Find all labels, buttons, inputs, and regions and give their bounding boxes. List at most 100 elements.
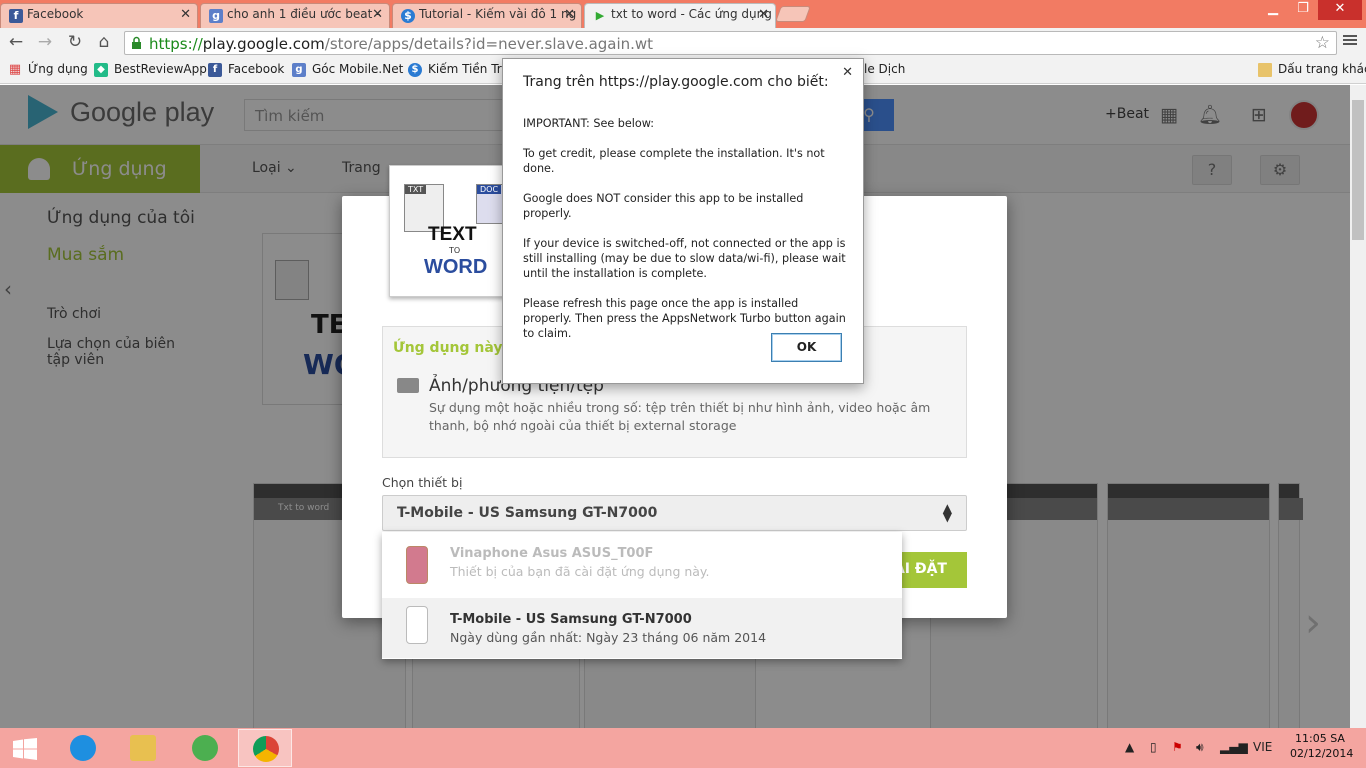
- tab-strip: f Facebook ✕ g cho anh 1 điều ước beat -…: [0, 0, 1366, 28]
- tab-label: cho anh 1 điều ước beat -: [227, 7, 381, 21]
- dollar-icon: $: [401, 9, 415, 23]
- tab-tutorial[interactable]: $ Tutorial - Kiếm vài đô 1 ng ✕: [392, 3, 582, 28]
- google-plus-icon: g: [292, 63, 306, 77]
- close-icon[interactable]: ✕: [180, 7, 191, 22]
- device-option[interactable]: T-Mobile - US Samsung GT-N7000 Ngày dùng…: [382, 598, 902, 658]
- taskbar-chrome[interactable]: [238, 729, 292, 767]
- device-selected-value: T-Mobile - US Samsung GT-N7000: [397, 505, 658, 521]
- flag-icon[interactable]: ⚑: [1172, 740, 1183, 754]
- device-option: Vinaphone Asus ASUS_T00F Thiết bị của bạ…: [382, 532, 902, 592]
- icon-label: DOC: [477, 185, 502, 194]
- alert-line: Google does NOT consider this app to be …: [523, 192, 804, 220]
- bookmark-label: Facebook: [228, 62, 285, 76]
- minimize-button[interactable]: ▁: [1258, 0, 1288, 20]
- select-arrows-icon: ▲ ▼: [942, 501, 952, 524]
- forward-button[interactable]: →: [34, 31, 56, 53]
- bookmark-goc-mobile[interactable]: g Góc Mobile.Net: [292, 62, 404, 77]
- new-tab-button[interactable]: [775, 6, 811, 22]
- alert-line: To get credit, please complete the insta…: [523, 147, 825, 175]
- back-button[interactable]: ←: [5, 31, 27, 53]
- icon-label: TXT: [405, 185, 427, 194]
- play-icon: ▶: [595, 9, 605, 22]
- chevron-up-icon[interactable]: ▲: [1125, 740, 1134, 754]
- dollar-icon: $: [408, 63, 422, 77]
- taskbar-coccoc[interactable]: [178, 729, 232, 767]
- taskbar: ▲ ▯ ⚑ 🔊︎ ▂▄▆ VIE 11:05 SA 02/12/2014: [0, 728, 1366, 768]
- close-icon[interactable]: ✕: [372, 7, 383, 22]
- google-plus-icon: g: [209, 9, 223, 23]
- taskbar-explorer[interactable]: [116, 729, 170, 767]
- device-name: Vinaphone Asus ASUS_T00F: [450, 546, 654, 561]
- facebook-icon: f: [9, 9, 23, 23]
- photo-icon: [397, 378, 419, 393]
- alert-message: IMPORTANT: See below: To get credit, ple…: [523, 116, 848, 356]
- app-icon: TXT DOC TEXT TO WORD: [389, 165, 511, 297]
- alert-line: If your device is switched-off, not conn…: [523, 237, 846, 280]
- device-name: T-Mobile - US Samsung GT-N7000: [450, 612, 692, 627]
- clock-time: 11:05 SA: [1295, 732, 1345, 745]
- chrome-menu-icon[interactable]: [1343, 33, 1357, 47]
- apps-grid-icon: ▦: [8, 62, 22, 77]
- reload-button[interactable]: ↻: [64, 31, 86, 53]
- volume-icon[interactable]: 🔊︎: [1196, 740, 1204, 755]
- home-button[interactable]: ⌂: [93, 31, 115, 53]
- tab-facebook[interactable]: f Facebook ✕: [0, 3, 198, 28]
- address-bar[interactable]: https://play.google.com/store/apps/detai…: [124, 31, 1337, 55]
- close-icon[interactable]: ✕: [564, 7, 575, 22]
- facebook-icon: f: [208, 63, 222, 77]
- icon-label: TO: [449, 246, 461, 255]
- device-select[interactable]: T-Mobile - US Samsung GT-N7000 ▲ ▼: [382, 495, 967, 531]
- chrome-icon: [253, 736, 279, 762]
- device-last-used: Ngày dùng gần nhất: Ngày 23 tháng 06 năm…: [450, 630, 767, 645]
- folder-icon: [130, 735, 156, 761]
- window-close-button[interactable]: ✕: [1318, 0, 1362, 20]
- device-status: Thiết bị của bạn đã cài đặt ứng dụng này…: [450, 564, 710, 579]
- other-bookmarks[interactable]: Dấu trang khác: [1258, 62, 1366, 77]
- taskbar-ie[interactable]: [56, 729, 110, 767]
- network-icon[interactable]: ▂▄▆: [1220, 740, 1248, 754]
- close-icon[interactable]: ✕: [758, 7, 769, 22]
- bookmark-star-icon[interactable]: ☆: [1315, 33, 1330, 53]
- url-path: /store/apps/details?id=never.slave.again…: [324, 35, 654, 53]
- browser-toolbar: ← → ↻ ⌂ https://play.google.com/store/ap…: [0, 28, 1366, 58]
- bookmark-facebook[interactable]: f Facebook: [208, 62, 285, 77]
- scrollbar-thumb[interactable]: [1352, 100, 1364, 240]
- clock[interactable]: 11:05 SA 02/12/2014: [1290, 731, 1354, 761]
- icon-label: TEXT: [428, 224, 477, 245]
- bookmark-bestreviewapp[interactable]: ◆ BestReviewApp: [94, 62, 207, 77]
- battery-icon[interactable]: ▯: [1150, 740, 1157, 754]
- bookmark-label: Góc Mobile.Net: [312, 62, 404, 76]
- url-host: play.google.com: [202, 35, 325, 53]
- start-button[interactable]: [0, 729, 50, 767]
- maximize-button[interactable]: ❐: [1288, 0, 1318, 20]
- bookmark-label: BestReviewApp: [114, 62, 207, 76]
- internet-explorer-icon: [70, 735, 96, 761]
- lock-icon: [132, 36, 141, 49]
- alert-line: IMPORTANT: See below:: [523, 117, 655, 130]
- close-icon[interactable]: ✕: [842, 65, 853, 80]
- alert-dialog: Trang trên https://play.google.com cho b…: [502, 58, 864, 384]
- windows-icon: [13, 738, 37, 760]
- tab-label: Facebook: [27, 7, 84, 21]
- permission-description: Sự dụng một hoặc nhiều trong số: tệp trê…: [429, 400, 931, 433]
- page-scrollbar[interactable]: [1350, 85, 1366, 728]
- tab-txt-to-word[interactable]: ▶ txt to word - Các ứng dụng ✕: [584, 3, 776, 28]
- tab-cho-anh[interactable]: g cho anh 1 điều ước beat - ✕: [200, 3, 390, 28]
- tab-label: txt to word - Các ứng dụng: [611, 7, 772, 21]
- bookmark-kiem-tien[interactable]: $ Kiếm Tiền Trê: [408, 62, 509, 77]
- folder-icon: [1258, 63, 1272, 77]
- clock-date: 02/12/2014: [1290, 747, 1354, 760]
- bookmark-label: Dấu trang khác: [1278, 62, 1366, 76]
- device-dropdown: Vinaphone Asus ASUS_T00F Thiết bị của bạ…: [382, 532, 902, 659]
- alert-title: Trang trên https://play.google.com cho b…: [523, 74, 829, 90]
- bookmark-label: Ứng dụng: [28, 62, 88, 76]
- language-indicator[interactable]: VIE: [1253, 740, 1272, 754]
- icon-label: WORD: [424, 256, 488, 278]
- bookmark-dich[interactable]: le Dịch: [864, 62, 905, 76]
- device-label: Chọn thiết bị: [382, 475, 463, 490]
- phone-icon: [406, 606, 428, 644]
- ok-button[interactable]: OK: [771, 333, 842, 362]
- bookmark-apps[interactable]: ▦ Ứng dụng: [8, 62, 88, 77]
- url-scheme: https://: [149, 35, 203, 53]
- bookmark-label: le Dịch: [864, 62, 906, 76]
